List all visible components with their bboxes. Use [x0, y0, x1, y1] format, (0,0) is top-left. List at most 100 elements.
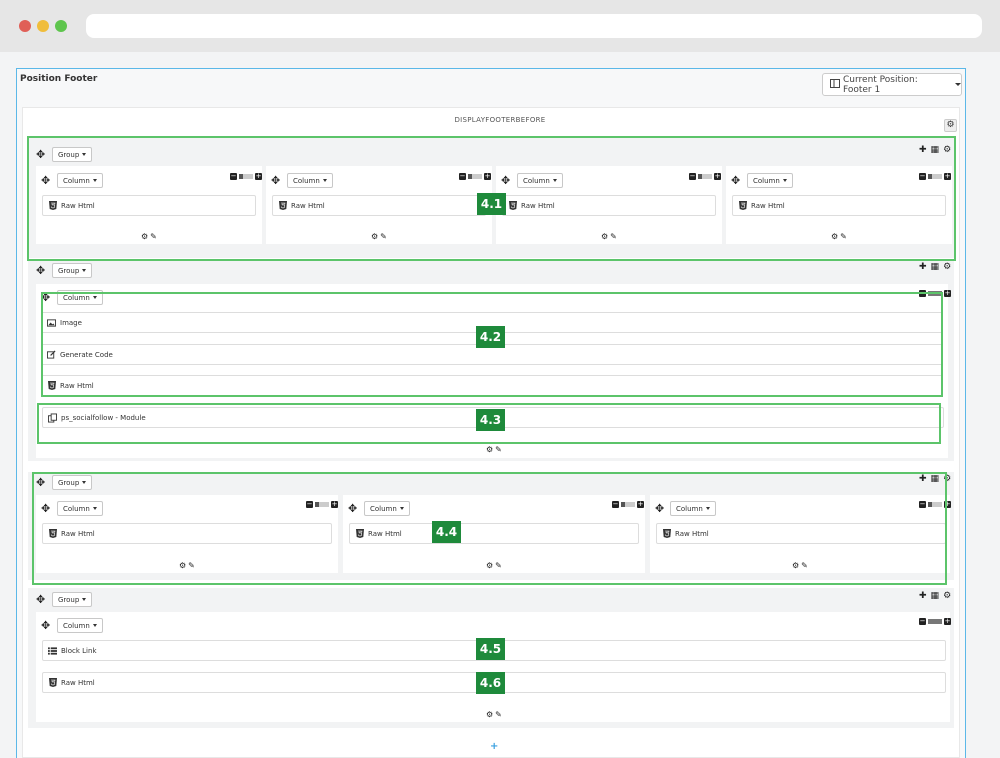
- minus-icon[interactable]: −: [230, 173, 237, 180]
- column-width-control[interactable]: − +: [689, 173, 721, 180]
- move-icon[interactable]: ✥: [36, 149, 45, 160]
- column-width-control[interactable]: − +: [919, 290, 951, 297]
- edit-icon[interactable]: ✎: [188, 562, 195, 570]
- gear-icon[interactable]: ⚙: [486, 446, 493, 454]
- edit-icon[interactable]: ✎: [610, 233, 617, 241]
- grid-icon[interactable]: ▦: [931, 263, 940, 272]
- html5-icon: [662, 529, 671, 539]
- widget-raw-html[interactable]: Raw Html: [349, 523, 639, 544]
- column-dropdown[interactable]: Column: [670, 501, 716, 516]
- gear-icon[interactable]: ⚙: [943, 263, 951, 272]
- column-width-control[interactable]: − +: [459, 173, 491, 180]
- gear-icon[interactable]: ⚙: [943, 146, 951, 155]
- group-dropdown[interactable]: Group: [52, 592, 93, 607]
- move-icon[interactable]: ✥: [501, 175, 510, 186]
- column-dropdown[interactable]: Column: [747, 173, 793, 188]
- minus-icon[interactable]: −: [919, 290, 926, 297]
- widget-raw-html[interactable]: Raw Html: [42, 195, 256, 216]
- column-dropdown[interactable]: Column: [517, 173, 563, 188]
- edit-icon[interactable]: ✎: [840, 233, 847, 241]
- gear-icon[interactable]: ⚙: [371, 233, 378, 241]
- move-icon[interactable]: ✥: [41, 620, 50, 631]
- grid-icon[interactable]: ▦: [931, 475, 940, 484]
- gear-icon[interactable]: ⚙: [792, 562, 799, 570]
- plus-icon[interactable]: +: [944, 290, 951, 297]
- column-width-control[interactable]: − +: [230, 173, 262, 180]
- gear-icon[interactable]: ⚙: [601, 233, 608, 241]
- move-icon[interactable]: ✥: [36, 265, 45, 276]
- gear-icon[interactable]: ⚙: [831, 233, 838, 241]
- add-icon[interactable]: ✚: [919, 263, 927, 272]
- current-position-dropdown[interactable]: Current Position: Footer 1: [822, 73, 962, 96]
- column-dropdown[interactable]: Column: [287, 173, 333, 188]
- minus-icon[interactable]: −: [306, 501, 313, 508]
- plus-icon[interactable]: +: [944, 501, 951, 508]
- minimize-window-dot[interactable]: [37, 20, 49, 32]
- column-dropdown[interactable]: Column: [57, 290, 103, 305]
- group-dropdown[interactable]: Group: [52, 263, 93, 278]
- group-dropdown[interactable]: Group: [52, 475, 93, 490]
- edit-icon[interactable]: ✎: [150, 233, 157, 241]
- gear-icon[interactable]: ⚙: [943, 592, 951, 601]
- gear-icon[interactable]: ⚙: [943, 475, 951, 484]
- plus-icon[interactable]: +: [255, 173, 262, 180]
- gear-icon[interactable]: ⚙: [141, 233, 148, 241]
- minus-icon[interactable]: −: [689, 173, 696, 180]
- column-width-control[interactable]: − +: [919, 173, 951, 180]
- minus-icon[interactable]: −: [459, 173, 466, 180]
- column-width-control[interactable]: − +: [919, 618, 951, 625]
- move-icon[interactable]: ✥: [41, 503, 50, 514]
- column-dropdown[interactable]: Column: [57, 618, 103, 633]
- column-label: Column: [63, 504, 90, 513]
- add-group-icon[interactable]: +: [490, 741, 498, 752]
- widget-raw-html[interactable]: Raw Html: [502, 195, 716, 216]
- column-dropdown[interactable]: Column: [57, 173, 103, 188]
- plus-icon[interactable]: +: [484, 173, 491, 180]
- add-icon[interactable]: ✚: [919, 592, 927, 601]
- address-bar[interactable]: [86, 14, 982, 38]
- plus-icon[interactable]: +: [331, 501, 338, 508]
- edit-icon[interactable]: ✎: [495, 446, 502, 454]
- widget-raw-html[interactable]: Raw Html: [656, 523, 946, 544]
- edit-icon[interactable]: ✎: [801, 562, 808, 570]
- close-window-dot[interactable]: [19, 20, 31, 32]
- widget-raw-html[interactable]: Raw Html: [732, 195, 946, 216]
- add-icon[interactable]: ✚: [919, 475, 927, 484]
- grid-icon[interactable]: ▦: [931, 592, 940, 601]
- edit-icon[interactable]: ✎: [495, 711, 502, 719]
- move-icon[interactable]: ✥: [271, 175, 280, 186]
- column-width-control[interactable]: − +: [919, 501, 951, 508]
- widget-raw-html[interactable]: Raw Html: [272, 195, 486, 216]
- column-dropdown[interactable]: Column: [57, 501, 103, 516]
- gear-icon[interactable]: ⚙: [486, 562, 493, 570]
- add-icon[interactable]: ✚: [919, 146, 927, 155]
- move-icon[interactable]: ✥: [36, 594, 45, 605]
- edit-icon[interactable]: ✎: [380, 233, 387, 241]
- maximize-window-dot[interactable]: [55, 20, 67, 32]
- plus-icon[interactable]: +: [637, 501, 644, 508]
- move-icon[interactable]: ✥: [41, 292, 50, 303]
- move-icon[interactable]: ✥: [655, 503, 664, 514]
- minus-icon[interactable]: −: [612, 501, 619, 508]
- gear-icon[interactable]: ⚙: [486, 711, 493, 719]
- move-icon[interactable]: ✥: [348, 503, 357, 514]
- move-icon[interactable]: ✥: [731, 175, 740, 186]
- minus-icon[interactable]: −: [919, 173, 926, 180]
- move-icon[interactable]: ✥: [41, 175, 50, 186]
- gear-icon[interactable]: ⚙: [179, 562, 186, 570]
- plus-icon[interactable]: +: [944, 173, 951, 180]
- plus-icon[interactable]: +: [714, 173, 721, 180]
- group-dropdown[interactable]: Group: [52, 147, 93, 162]
- column-width-control[interactable]: − +: [612, 501, 644, 508]
- widget-raw-html[interactable]: Raw Html: [42, 375, 942, 396]
- minus-icon[interactable]: −: [919, 501, 926, 508]
- column-dropdown[interactable]: Column: [364, 501, 410, 516]
- edit-icon[interactable]: ✎: [495, 562, 502, 570]
- move-icon[interactable]: ✥: [36, 477, 45, 488]
- plus-icon[interactable]: +: [944, 618, 951, 625]
- widget-raw-html[interactable]: Raw Html: [42, 523, 332, 544]
- hook-settings-icon[interactable]: ⚙: [944, 119, 957, 132]
- column-width-control[interactable]: − +: [306, 501, 338, 508]
- grid-icon[interactable]: ▦: [931, 146, 940, 155]
- minus-icon[interactable]: −: [919, 618, 926, 625]
